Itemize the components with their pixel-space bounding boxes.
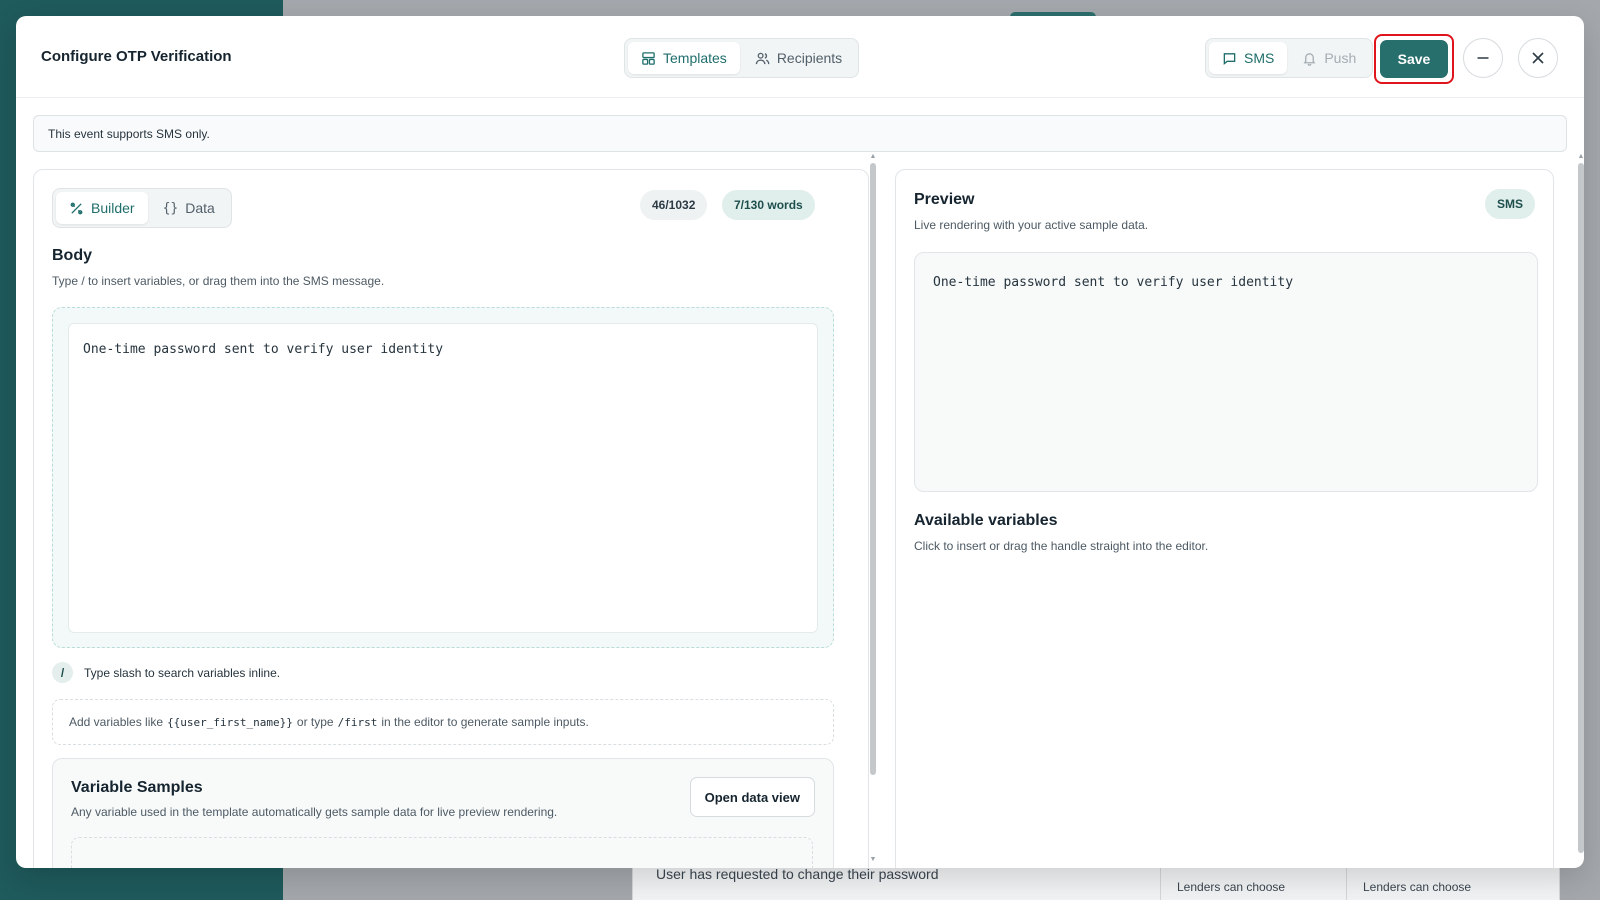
- mode-label: Builder: [91, 200, 135, 216]
- editor-dropzone: One-time password sent to verify user id…: [52, 307, 834, 648]
- channel-badge: SMS: [1484, 189, 1535, 219]
- close-button[interactable]: [1518, 38, 1558, 78]
- sms-only-notice: This event supports SMS only.: [33, 115, 1567, 152]
- hint-code: /first: [337, 715, 378, 729]
- close-icon: [1532, 52, 1544, 64]
- hint-code: {{user_first_name}}: [167, 715, 293, 729]
- channel-label: SMS: [1244, 50, 1275, 66]
- tab-templates[interactable]: Templates: [628, 42, 740, 74]
- character-count: 46/1032: [640, 190, 708, 220]
- mode-toggle: Builder {} Data: [52, 188, 232, 228]
- mode-label: Data: [185, 200, 215, 216]
- available-variables-title: Available variables: [914, 512, 1058, 529]
- slash-badge: /: [52, 662, 73, 683]
- save-button[interactable]: Save: [1380, 40, 1448, 78]
- variables-hint: Add variables like {{user_first_name}} o…: [52, 699, 834, 745]
- hint-text: in the editor to generate sample inputs.: [381, 715, 589, 729]
- preview-title: Preview: [914, 191, 975, 208]
- minimize-button[interactable]: [1463, 38, 1503, 78]
- builder-icon: [70, 202, 83, 214]
- hint-text: or type: [296, 715, 334, 729]
- left-scrollbar[interactable]: ▲ ▼: [869, 153, 877, 868]
- view-tabs: Templates Recipients: [624, 38, 860, 78]
- tab-recipients[interactable]: Recipients: [742, 42, 855, 74]
- save-highlight: Save: [1374, 34, 1454, 84]
- users-icon: [755, 52, 770, 64]
- channel-toggle: SMS Push: [1205, 38, 1374, 78]
- body-subtitle: Type / to insert variables, or drag them…: [52, 274, 385, 288]
- configure-modal: Configure OTP Verification Templates Rec…: [16, 16, 1584, 868]
- modal-header: Configure OTP Verification Templates Rec…: [16, 16, 1584, 98]
- slash-hint: Type slash to search variables inline.: [84, 666, 281, 680]
- scroll-up-icon[interactable]: ▲: [1577, 153, 1584, 161]
- braces-icon: {}: [162, 200, 179, 216]
- channel-sms[interactable]: SMS: [1209, 42, 1288, 74]
- samples-title: Variable Samples: [71, 779, 203, 796]
- samples-list: [71, 837, 813, 868]
- background-row-text: User has requested to change their passw…: [656, 866, 939, 882]
- channel-push[interactable]: Push: [1289, 42, 1369, 74]
- minus-icon: [1477, 57, 1489, 59]
- scroll-down-icon[interactable]: ▼: [869, 856, 877, 864]
- layout-template-icon: [642, 51, 655, 65]
- samples-subtitle: Any variable used in the template automa…: [71, 805, 558, 819]
- hint-text: Add variables like: [69, 715, 164, 729]
- available-variables-subtitle: Click to insert or drag the handle strai…: [914, 539, 1209, 553]
- scroll-thumb[interactable]: [1578, 163, 1584, 853]
- open-data-view-button[interactable]: Open data view: [689, 777, 815, 817]
- modal-title: Configure OTP Verification: [41, 48, 232, 65]
- scroll-thumb[interactable]: [870, 163, 876, 775]
- channel-label: Push: [1324, 50, 1357, 66]
- tab-label: Templates: [663, 50, 727, 66]
- right-scrollbar[interactable]: ▲: [1577, 153, 1584, 868]
- preview-subtitle: Live rendering with your active sample d…: [914, 218, 1149, 232]
- mode-builder[interactable]: Builder: [56, 192, 148, 224]
- builder-panel: Builder {} Data 46/1032 7/130 words Body…: [33, 169, 869, 868]
- tab-label: Recipients: [776, 50, 843, 66]
- preview-panel: Preview Live rendering with your active …: [895, 169, 1554, 868]
- bell-icon: [1303, 52, 1316, 66]
- mode-data[interactable]: {} Data: [150, 192, 228, 224]
- body-title: Body: [52, 247, 92, 264]
- message-square-icon: [1223, 52, 1236, 65]
- sms-preview: One-time password sent to verify user id…: [914, 252, 1538, 492]
- scroll-up-icon[interactable]: ▲: [869, 153, 877, 161]
- word-count: 7/130 words: [722, 190, 815, 220]
- variable-samples-card: Variable Samples Any variable used in th…: [52, 758, 834, 868]
- sms-body-editor[interactable]: One-time password sent to verify user id…: [68, 323, 818, 633]
